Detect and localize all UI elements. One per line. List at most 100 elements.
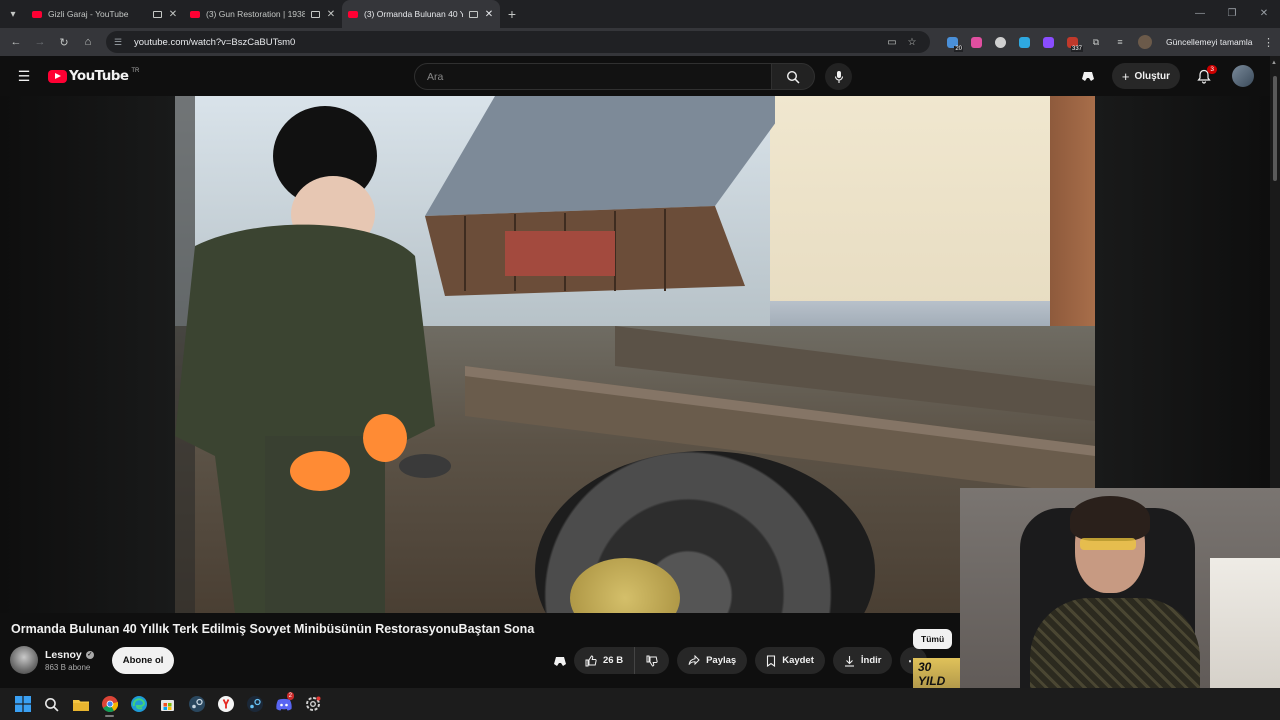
search-button[interactable] xyxy=(771,63,815,90)
pink-ext-icon xyxy=(970,36,982,48)
create-button[interactable]: + Oluştur xyxy=(1111,63,1180,89)
subscribe-button[interactable]: Abone ol xyxy=(111,646,175,674)
extensions-puzzle-icon[interactable]: ⧉ xyxy=(1084,32,1108,52)
channel-name-row[interactable]: Lesnoy ✓ xyxy=(45,649,94,661)
recommended-thumbnail[interactable]: 30 YILD xyxy=(913,658,961,688)
new-tab-icon[interactable]: + xyxy=(500,6,524,22)
video-scene-wall xyxy=(770,96,1050,326)
screen: ▾ Gizli Garaj - YouTube ✕ (3) Gun Restor… xyxy=(0,0,1280,720)
subscriber-count: 863 B abone xyxy=(45,662,91,672)
extensions-bar: 20 337 ⧉ ≡ Güncellemeyi tamamla ⋮ xyxy=(940,32,1276,52)
voice-search-button[interactable] xyxy=(825,63,852,90)
store-icon[interactable] xyxy=(153,690,182,718)
thumbs-up-icon xyxy=(585,654,597,666)
youtube-logo[interactable]: YouTube TR xyxy=(48,68,139,84)
extension-3[interactable] xyxy=(1012,32,1036,52)
notifications-button[interactable]: 3 xyxy=(1192,64,1217,88)
chip-all[interactable]: Tümü xyxy=(913,629,953,649)
windows-start-icon[interactable] xyxy=(8,690,37,718)
extension-1[interactable] xyxy=(964,32,988,52)
purple-ext-icon xyxy=(1042,36,1054,48)
header-actions: + Oluştur 3 xyxy=(1076,56,1280,96)
channel-avatar[interactable] xyxy=(10,646,38,674)
webcam-person-glasses xyxy=(1080,538,1136,550)
scrollbar-thumb[interactable] xyxy=(1273,76,1277,181)
like-count: 26 B xyxy=(603,655,624,666)
discord-icon[interactable]: 2 xyxy=(269,690,298,718)
maximize-icon[interactable]: ❐ xyxy=(1216,0,1248,28)
youtube-favicon-icon xyxy=(190,10,200,18)
close-window-icon[interactable]: ✕ xyxy=(1248,0,1280,28)
search-input[interactable] xyxy=(427,70,771,83)
file-explorer-icon[interactable] xyxy=(66,690,95,718)
address-bar[interactable]: ☰ youtube.com/watch?v=BszCaBUTsm0 ▭ ☆ xyxy=(106,31,930,53)
country-code: TR xyxy=(131,68,140,74)
extension-5[interactable]: 337 xyxy=(1060,32,1084,52)
save-label: Kaydet xyxy=(782,655,814,666)
yandex-icon[interactable] xyxy=(211,690,240,718)
video-scene-person xyxy=(175,96,451,613)
hamburger-menu-icon[interactable]: ☰ xyxy=(0,68,48,85)
profile-avatar[interactable] xyxy=(1138,35,1152,49)
bookmark-icon xyxy=(766,654,776,667)
close-tab-icon[interactable]: ✕ xyxy=(484,9,494,20)
glasses-ext-icon xyxy=(994,36,1006,48)
youtube-favicon-icon xyxy=(32,10,42,18)
youtube-play-icon xyxy=(48,69,67,83)
account-avatar[interactable] xyxy=(1232,65,1254,87)
dislike-button[interactable] xyxy=(635,647,669,674)
site-info-icon[interactable]: ☰ xyxy=(114,37,128,48)
channel-name[interactable]: Lesnoy xyxy=(45,649,82,661)
share-arrow-icon xyxy=(688,655,700,666)
like-dislike-group: 26 B xyxy=(574,647,670,674)
media-icon xyxy=(311,10,320,18)
minimize-icon[interactable]: — xyxy=(1184,0,1216,28)
chrome-icon[interactable] xyxy=(95,690,124,718)
settings-app-icon[interactable] xyxy=(298,690,327,718)
discord-badge: 2 xyxy=(286,692,294,700)
youtube-favicon-icon xyxy=(348,10,358,18)
home-icon[interactable]: ⌂ xyxy=(76,36,100,48)
tab-title: Gizli Garaj - YouTube xyxy=(48,9,129,19)
browser-toolbar: ← → ↻ ⌂ ☰ youtube.com/watch?v=BszCaBUTsm… xyxy=(0,28,1280,56)
search-icon[interactable] xyxy=(37,690,66,718)
youtube-header: ☰ YouTube TR + Oluştur 3 xyxy=(0,56,1280,96)
bookmark-star-icon[interactable]: ☆ xyxy=(902,37,922,48)
thumbnail-text: 30 YILD xyxy=(918,660,946,688)
steam-icon[interactable] xyxy=(182,690,211,718)
forward-icon[interactable]: → xyxy=(28,36,52,48)
scroll-up-icon[interactable]: ▲ xyxy=(1271,60,1277,66)
update-button[interactable]: Güncellemeyi tamamla xyxy=(1158,32,1260,52)
channel-info: Lesnoy ✓ 863 B abone xyxy=(45,649,94,672)
browser-tab-2[interactable]: (3) Ormanda Bulunan 40 Yı ✕ xyxy=(342,0,500,28)
browser-menu-icon[interactable]: ⋮ xyxy=(1260,36,1276,49)
reading-list-icon[interactable]: ≡ xyxy=(1108,32,1132,52)
share-button[interactable]: Paylaş xyxy=(677,647,748,674)
plus-icon: + xyxy=(1121,68,1130,84)
tab-search-icon[interactable]: ▾ xyxy=(0,0,26,28)
browser-tab-1[interactable]: (3) Gun Restoration | 1938 ✕ xyxy=(184,0,342,28)
browser-tab-strip: ▾ Gizli Garaj - YouTube ✕ (3) Gun Restor… xyxy=(0,0,1280,28)
video-frame[interactable] xyxy=(175,96,1095,613)
download-button[interactable]: İndir xyxy=(832,647,893,674)
ext-badge: 20 xyxy=(954,46,963,52)
cast-icon[interactable]: ▭ xyxy=(882,37,902,48)
url-text[interactable]: youtube.com/watch?v=BszCaBUTsm0 xyxy=(134,37,882,48)
back-icon[interactable]: ← xyxy=(4,36,28,48)
close-tab-icon[interactable]: ✕ xyxy=(168,9,178,20)
close-tab-icon[interactable]: ✕ xyxy=(326,9,336,20)
seven-ext-icon xyxy=(1018,36,1030,48)
video-title: Ormanda Bulunan 40 Yıllık Terk Edilmiş S… xyxy=(11,622,535,636)
extension-4[interactable] xyxy=(1036,32,1060,52)
extension-0[interactable]: 20 xyxy=(940,32,964,52)
browser-tab-0[interactable]: Gizli Garaj - YouTube ✕ xyxy=(26,0,184,28)
steam-alt-icon[interactable] xyxy=(240,690,269,718)
reload-icon[interactable]: ↻ xyxy=(52,36,76,49)
extension-2[interactable] xyxy=(988,32,1012,52)
edge-icon[interactable] xyxy=(124,690,153,718)
save-button[interactable]: Kaydet xyxy=(755,647,825,674)
gaming-controller-icon[interactable] xyxy=(548,655,572,667)
like-button[interactable]: 26 B xyxy=(574,647,636,674)
gaming-icon[interactable] xyxy=(1076,70,1100,82)
tab-title: (3) Ormanda Bulunan 40 Yı xyxy=(364,9,463,19)
